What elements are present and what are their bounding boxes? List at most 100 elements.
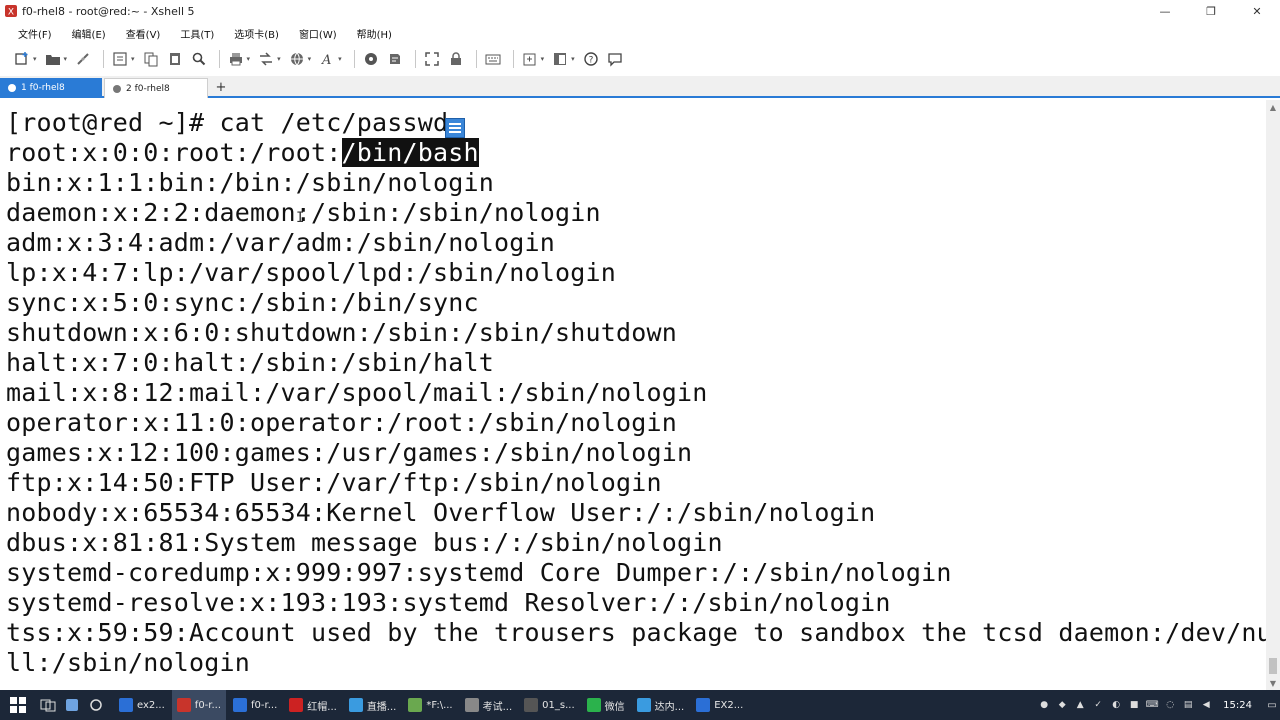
taskbar-app[interactable]: f0-r...: [171, 690, 227, 720]
pinned-app-icon[interactable]: [60, 690, 84, 720]
app-icon: [464, 698, 479, 712]
scroll-down-icon[interactable]: ▼: [1266, 676, 1280, 690]
window-title: f0-rhel8 - root@red:~ - Xshell 5: [22, 4, 195, 18]
toolbar-separator: [414, 50, 416, 68]
notification-center-icon[interactable]: ▭: [1264, 690, 1280, 720]
new-session-dropdown-icon[interactable]: ▾: [33, 55, 37, 63]
selected-text: /bin/bash: [341, 138, 479, 167]
tray-icon[interactable]: ◌: [1161, 690, 1179, 720]
taskbar-app[interactable]: 直播...: [344, 690, 402, 720]
taskbar-clock[interactable]: 15:24: [1223, 700, 1252, 711]
volume-icon[interactable]: ◀: [1197, 690, 1215, 720]
menu-edit[interactable]: 编辑(E): [68, 24, 110, 43]
session-tab-strip: 1 f0-rhel8 2 f0-rhel8 +: [0, 76, 1280, 98]
taskbar-app[interactable]: 考试...: [460, 690, 518, 720]
print-icon[interactable]: [226, 49, 246, 69]
help-icon[interactable]: ?: [581, 49, 601, 69]
layout-dropdown-icon[interactable]: ▾: [571, 55, 575, 63]
terminal-line: dbus:x:81:81:System message bus:/:/sbin/…: [6, 528, 723, 557]
scroll-thumb[interactable]: [1269, 658, 1277, 674]
menu-view[interactable]: 查看(V): [122, 24, 165, 43]
open-dropdown-icon[interactable]: ▾: [64, 55, 68, 63]
terminal-output[interactable]: [root@red ~]# cat /etc/passwd root:x:0:0…: [0, 100, 1266, 690]
tray-icon[interactable]: ▲: [1071, 690, 1089, 720]
taskbar-app[interactable]: EX2...: [691, 690, 748, 720]
lock-icon[interactable]: [446, 49, 466, 69]
fullscreen-icon[interactable]: [422, 49, 442, 69]
open-folder-icon[interactable]: [43, 49, 63, 69]
task-view-icon[interactable]: [36, 690, 60, 720]
tab-session-1[interactable]: 1 f0-rhel8: [0, 78, 102, 98]
compose-icon[interactable]: [520, 49, 540, 69]
tab-label: 1 f0-rhel8: [21, 83, 65, 93]
toolbar-separator: [475, 50, 477, 68]
scroll-up-icon[interactable]: ▲: [1266, 100, 1280, 114]
app-icon: [636, 698, 651, 712]
script-icon[interactable]: [385, 49, 405, 69]
menu-help[interactable]: 帮助(H): [353, 24, 396, 43]
compose-dropdown-icon[interactable]: ▾: [541, 55, 545, 63]
layout-icon[interactable]: [550, 49, 570, 69]
menu-bar: 文件(F) 编辑(E) 查看(V) 工具(T) 选项卡(B) 窗口(W) 帮助(…: [0, 22, 1280, 44]
taskbar-app-label: 红帽...: [307, 701, 337, 713]
cortana-icon[interactable]: [84, 690, 108, 720]
input-method-icon[interactable]: ⌨: [1143, 690, 1161, 720]
tray-icon[interactable]: ◆: [1053, 690, 1071, 720]
properties-dropdown-icon[interactable]: ▾: [131, 55, 135, 63]
menu-tab[interactable]: 选项卡(B): [230, 24, 283, 43]
app-icon: [524, 698, 539, 712]
close-button[interactable]: ✕: [1234, 0, 1280, 22]
taskbar-app[interactable]: 微信: [582, 690, 630, 720]
taskbar-app-label: f0-r...: [194, 699, 222, 711]
taskbar-app[interactable]: ex2...: [114, 690, 170, 720]
svg-text:?: ?: [588, 56, 593, 66]
svg-text:X: X: [8, 8, 14, 18]
windows-start-icon[interactable]: [0, 690, 36, 720]
terminal-line: games:x:12:100:games:/usr/games:/sbin/no…: [6, 438, 693, 467]
xshell-app-icon: X: [5, 5, 17, 18]
globe-dropdown-icon[interactable]: ▾: [308, 55, 312, 63]
properties-icon[interactable]: [110, 49, 130, 69]
tray-icon[interactable]: ■: [1125, 690, 1143, 720]
maximize-button[interactable]: ❐: [1188, 0, 1234, 22]
print-dropdown-icon[interactable]: ▾: [247, 55, 251, 63]
font-icon[interactable]: A: [317, 49, 337, 69]
menu-tools[interactable]: 工具(T): [176, 24, 218, 43]
tray-icon[interactable]: ✓: [1089, 690, 1107, 720]
taskbar-app-label: EX2...: [714, 699, 744, 711]
tab-session-2[interactable]: 2 f0-rhel8: [104, 78, 208, 98]
network-icon[interactable]: ▤: [1179, 690, 1197, 720]
font-dropdown-icon[interactable]: ▾: [338, 55, 342, 63]
transfer-dropdown-icon[interactable]: ▾: [277, 55, 281, 63]
menu-file[interactable]: 文件(F): [14, 24, 56, 43]
selection-menu-icon[interactable]: [445, 118, 465, 138]
minimize-button[interactable]: —: [1142, 0, 1188, 22]
tray-icon[interactable]: ●: [1035, 690, 1053, 720]
tray-icon[interactable]: ◐: [1107, 690, 1125, 720]
taskbar-app-label: ex2...: [137, 699, 165, 711]
paste-icon[interactable]: [165, 49, 185, 69]
taskbar-app[interactable]: 红帽...: [284, 690, 342, 720]
taskbar-app[interactable]: 01_s...: [519, 690, 579, 720]
app-icon: [119, 698, 133, 712]
disconnect-icon[interactable]: [73, 49, 93, 69]
chat-icon[interactable]: [605, 49, 625, 69]
terminal-line: systemd-coredump:x:999:997:systemd Core …: [6, 558, 952, 587]
transfer-icon[interactable]: [256, 49, 276, 69]
globe-icon[interactable]: [287, 49, 307, 69]
terminal-line: tss:x:59:59:Account used by the trousers…: [6, 618, 1266, 647]
menu-window[interactable]: 窗口(W): [295, 24, 341, 43]
taskbar-app[interactable]: 达内...: [632, 690, 690, 720]
terminal-scrollbar[interactable]: ▲ ▼: [1266, 100, 1280, 690]
add-tab-button[interactable]: +: [212, 78, 230, 96]
taskbar-app-label: 01_s...: [542, 699, 575, 711]
find-icon[interactable]: [189, 49, 209, 69]
xftp-icon[interactable]: [361, 49, 381, 69]
terminal-line: shutdown:x:6:0:shutdown:/sbin:/sbin/shut…: [6, 318, 678, 347]
keyboard-icon[interactable]: [483, 49, 503, 69]
system-tray: ● ◆ ▲ ✓ ◐ ■ ⌨ ◌ ▤ ◀ 15:24 ▭: [1035, 690, 1280, 720]
taskbar-app[interactable]: f0-r...: [228, 690, 282, 720]
taskbar-app[interactable]: *F:\...: [403, 690, 457, 720]
copy-icon[interactable]: [141, 49, 161, 69]
new-session-icon[interactable]: [12, 49, 32, 69]
